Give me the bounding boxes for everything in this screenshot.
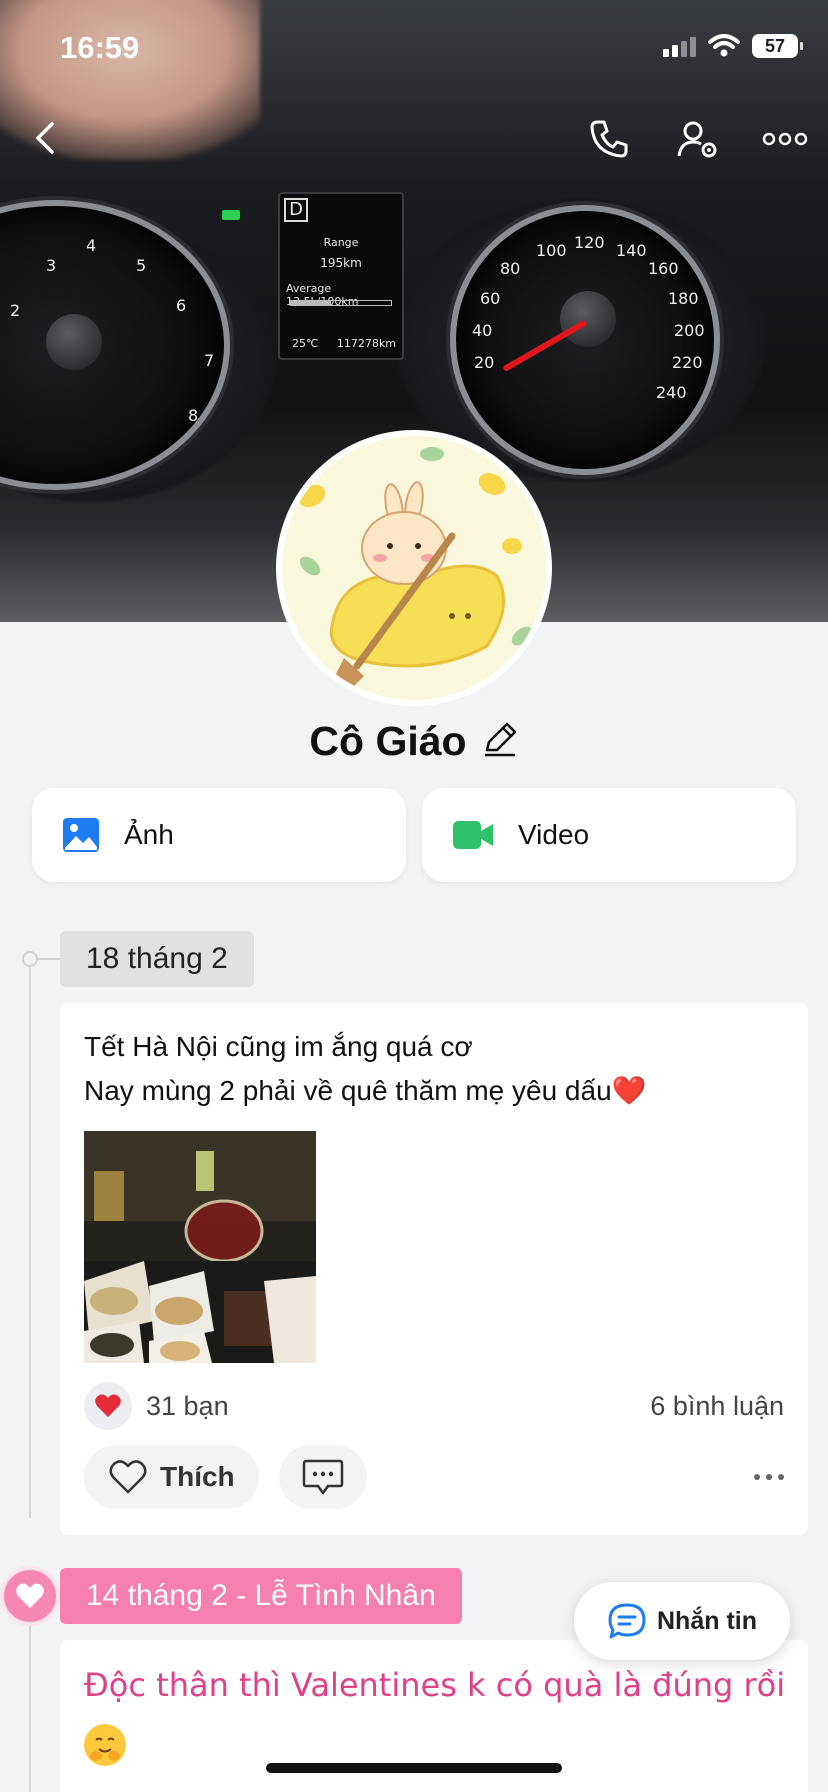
status-icons: 57 bbox=[663, 34, 803, 58]
comment-count[interactable]: 6 bình luận bbox=[650, 1391, 784, 1422]
tea-snacks-photo bbox=[84, 1131, 316, 1363]
profile-settings-button[interactable] bbox=[676, 118, 720, 162]
hugging-face-emoji-icon bbox=[84, 1724, 126, 1766]
wifi-icon bbox=[708, 34, 740, 57]
dashboard-lcd: D Range 195km Average 13.5L/100km 25℃ 11… bbox=[278, 192, 404, 360]
video-camera-icon bbox=[453, 821, 493, 849]
timeline-line bbox=[29, 958, 31, 1518]
post-actions: Thích bbox=[84, 1445, 784, 1509]
videos-label: Video bbox=[518, 819, 590, 850]
reaction-heart-badge[interactable] bbox=[84, 1382, 132, 1430]
heart-outline-icon bbox=[109, 1460, 147, 1494]
videos-button[interactable]: Video bbox=[422, 788, 796, 882]
more-horizontal-icon bbox=[762, 132, 808, 146]
comment-icon bbox=[302, 1459, 343, 1495]
lcd-temp: 25℃ bbox=[292, 337, 319, 350]
phone-icon bbox=[590, 120, 628, 158]
like-button[interactable]: Thích bbox=[84, 1445, 259, 1509]
lcd-odometer: 117278km bbox=[336, 337, 396, 350]
lcd-bar bbox=[290, 300, 392, 306]
valentine-heart-node bbox=[4, 1570, 56, 1622]
lcd-range-value: 195km bbox=[320, 256, 362, 270]
speedometer-gauge: 120 100 140 80 160 60 180 40 200 20 220 … bbox=[450, 205, 720, 475]
chat-bubble-icon bbox=[608, 1603, 646, 1639]
cellular-signal-icon bbox=[663, 35, 696, 57]
pencil-icon bbox=[484, 722, 516, 757]
post-text: Tết Hà Nội cũng im ắng quá cơ Nay mùng 2… bbox=[84, 1025, 784, 1113]
reaction-count[interactable]: 31 bạn bbox=[146, 1391, 229, 1422]
home-indicator bbox=[266, 1763, 562, 1773]
call-button[interactable] bbox=[588, 118, 630, 160]
tachometer-gauge: 4 3 5 6 7 8 2 bbox=[0, 200, 230, 490]
timeline-dot bbox=[22, 951, 38, 967]
profile-name: Cô Giáo bbox=[309, 718, 467, 764]
comment-button[interactable] bbox=[278, 1445, 367, 1509]
post-photo[interactable] bbox=[84, 1131, 316, 1363]
send-message-button[interactable]: Nhắn tin bbox=[574, 1582, 790, 1660]
post-text-valentine: Độc thân thì Valentines k có quà là đúng… bbox=[84, 1666, 786, 1704]
post-text-line: Nay mùng 2 phải về quê thăm mẹ yêu dấu❤️ bbox=[84, 1075, 647, 1106]
photos-button[interactable]: Ảnh bbox=[32, 788, 406, 882]
more-options-button[interactable] bbox=[762, 132, 808, 146]
photos-label: Ảnh bbox=[124, 819, 174, 850]
chevron-left-icon bbox=[36, 122, 54, 154]
bunny-boat-avatar-illustration bbox=[298, 447, 533, 688]
status-time: 16:59 bbox=[60, 30, 140, 65]
post-text-line: Tết Hà Nội cũng im ắng quá cơ bbox=[84, 1031, 473, 1062]
lcd-gear: D bbox=[284, 198, 308, 222]
send-message-label: Nhắn tin bbox=[657, 1606, 757, 1635]
reactions-row: 31 bạn 6 bình luận bbox=[84, 1381, 784, 1431]
post-date-chip: 18 tháng 2 bbox=[60, 931, 254, 987]
post-card[interactable]: Tết Hà Nội cũng im ắng quá cơ Nay mùng 2… bbox=[60, 1003, 808, 1535]
post-date-chip-valentine: 14 tháng 2 - Lễ Tình Nhân bbox=[60, 1568, 462, 1624]
heart-icon bbox=[16, 1583, 44, 1608]
heart-icon bbox=[95, 1394, 121, 1417]
timeline-connector bbox=[38, 958, 60, 960]
timeline-line bbox=[29, 1620, 31, 1792]
back-button[interactable] bbox=[26, 118, 66, 158]
image-icon bbox=[63, 818, 99, 852]
user-settings-icon bbox=[677, 121, 717, 158]
profile-name-row: Cô Giáo bbox=[0, 718, 828, 765]
lcd-range-label: Range bbox=[323, 236, 359, 249]
edit-name-button[interactable] bbox=[481, 720, 519, 763]
profile-avatar[interactable] bbox=[276, 430, 552, 706]
post-more-button[interactable] bbox=[754, 1474, 784, 1480]
like-label: Thích bbox=[160, 1461, 235, 1492]
battery-icon: 57 bbox=[752, 34, 803, 58]
cover-indicator-led bbox=[222, 210, 240, 220]
